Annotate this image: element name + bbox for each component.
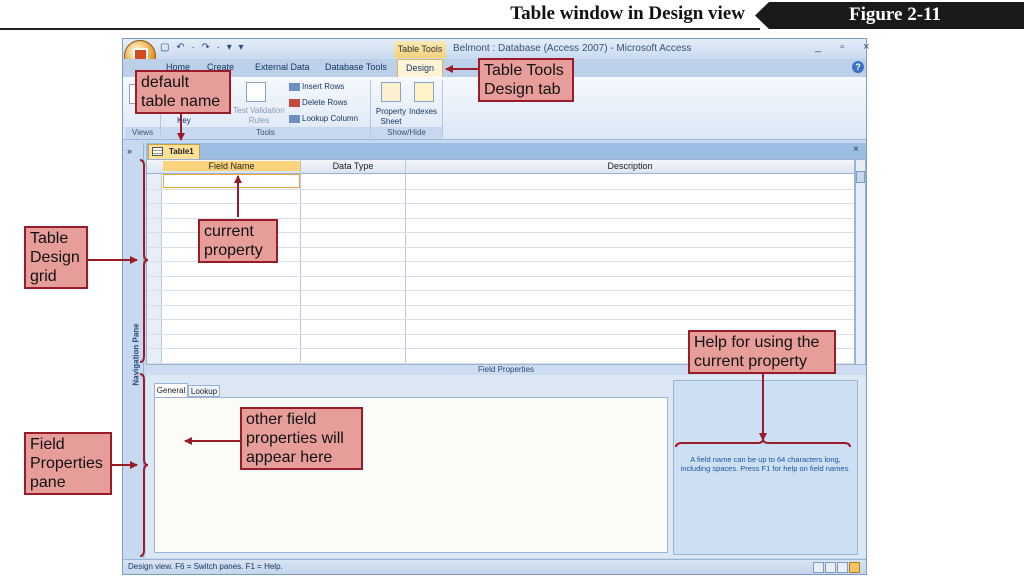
callout-default-table-name: default table name <box>135 70 231 114</box>
callout-table-design-grid: Table Design grid <box>24 226 88 289</box>
callout-current-property: current property <box>198 219 278 263</box>
brace-field-properties <box>139 373 149 557</box>
callout-help-current-property: Help for using the current property <box>688 330 836 374</box>
callout-other-field-properties: other field properties will appear here <box>240 407 363 470</box>
brace-help <box>675 438 851 448</box>
callout-field-properties-pane: Field Properties pane <box>24 432 112 495</box>
callout-table-tools-design-tab: Table Tools Design tab <box>478 58 574 102</box>
brace-design-grid <box>139 159 149 363</box>
